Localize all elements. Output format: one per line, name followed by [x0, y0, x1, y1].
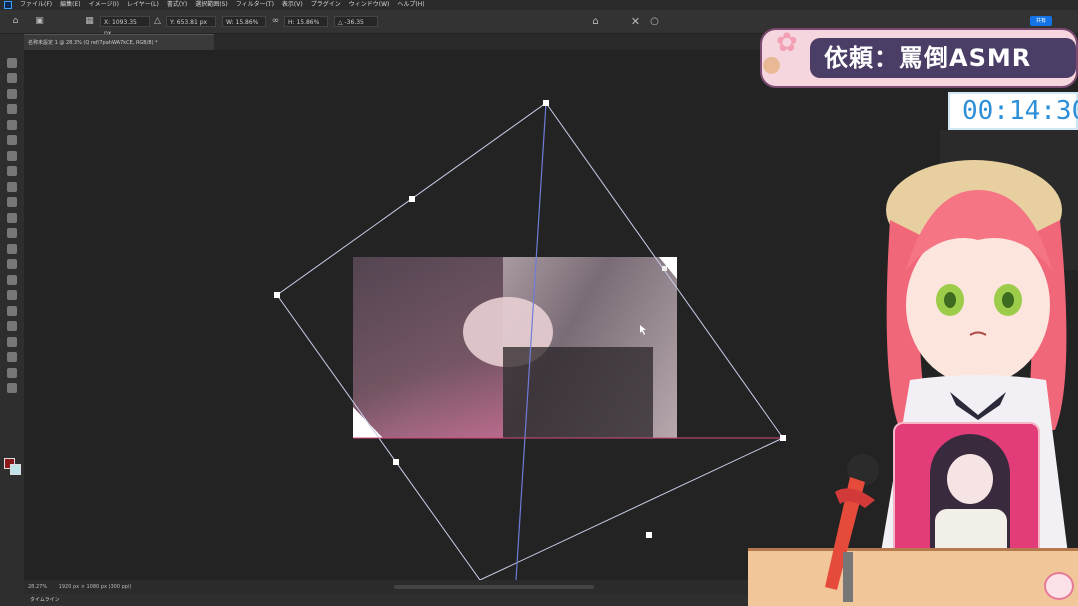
transform-handle-bottom-left[interactable] — [393, 459, 399, 465]
transform-handle-top-left[interactable] — [409, 196, 415, 202]
document-size: 1920 px × 1080 px (300 ppi) — [58, 584, 132, 590]
stream-title-panel: ✿ ● ✿ 依頼：罵倒ASMR — [760, 28, 1078, 88]
transform-handle-top[interactable] — [543, 100, 549, 106]
inset-face — [947, 454, 993, 504]
mouse-cursor-icon — [640, 325, 646, 335]
transform-handle-right[interactable] — [780, 435, 786, 441]
character-inset-panel — [893, 422, 1040, 566]
bun-icon: ● — [762, 52, 782, 77]
microphone-icon — [825, 454, 879, 602]
stream-timer: 00:14:30 — [948, 92, 1078, 130]
stream-title: 依頼：罵倒ASMR — [810, 38, 1076, 78]
desk — [748, 548, 1078, 606]
zoom-level[interactable]: 28.27% — [28, 584, 47, 590]
channel-logo-icon — [1044, 572, 1074, 600]
horizontal-scrollbar[interactable] — [394, 585, 594, 589]
transform-handle-left[interactable] — [274, 292, 280, 298]
transform-handle-top-right[interactable] — [662, 266, 667, 271]
transform-bounding-box — [276, 102, 784, 581]
transform-handle-bottom-right[interactable] — [646, 532, 652, 538]
guide-line — [515, 102, 547, 581]
